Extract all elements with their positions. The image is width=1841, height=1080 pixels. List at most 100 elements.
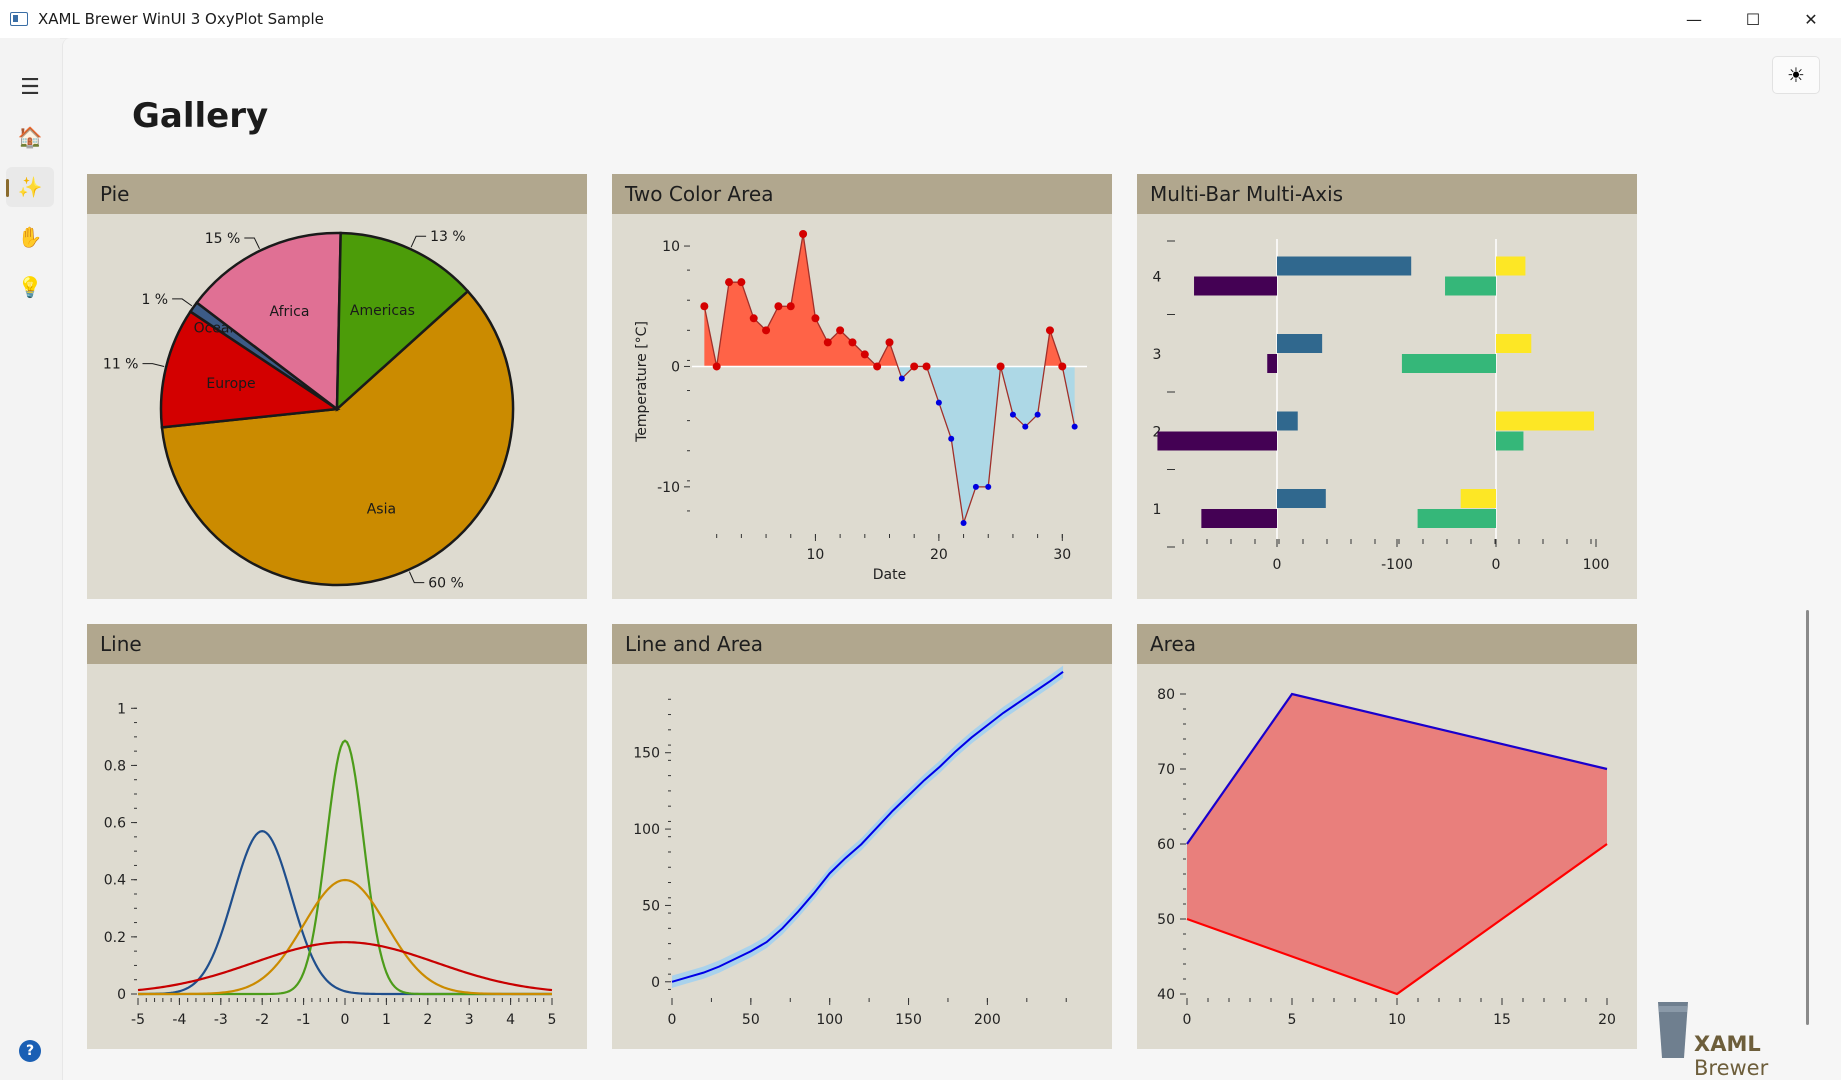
x-tick-label: 0 (1273, 557, 1282, 573)
theme-toggle-button[interactable]: ☀ (1772, 56, 1820, 94)
help-icon[interactable]: ? (19, 1040, 41, 1062)
pie-leader-line (410, 235, 427, 248)
y-tick-label: 0 (651, 975, 660, 991)
bar (1445, 276, 1496, 296)
data-point (898, 375, 905, 382)
pie-percent-label: 13 % (430, 229, 466, 245)
bar (1277, 256, 1412, 276)
card-title: Line and Area (612, 624, 1112, 664)
x-tick-label: 0 (668, 1012, 677, 1028)
bar (1496, 334, 1532, 353)
minimize-button[interactable]: — (1666, 0, 1722, 38)
maximize-button[interactable]: ☐ (1725, 0, 1781, 38)
data-point (1034, 411, 1041, 418)
category-label: 4 (1153, 270, 1162, 286)
data-point (996, 362, 1005, 371)
hamburger-menu-icon[interactable]: ☰ (6, 67, 54, 107)
line-area-card: Line and Area 0 50 100 150 0 50 100 150 200 (612, 624, 1112, 1049)
close-button[interactable]: ✕ (1783, 0, 1839, 38)
area-card: Area 40 50 60 70 80 0 5 10 15 20 (1137, 624, 1637, 1049)
x-tick-label: 0 (1183, 1012, 1192, 1028)
x-tick-label: 5 (1288, 1012, 1297, 1028)
card-title: Multi-Bar Multi-Axis (1137, 174, 1637, 214)
bar (1496, 431, 1524, 451)
two-color-area-chart[interactable]: 10 0 -10 10 20 30 Date Temperature [°C] (612, 214, 1112, 599)
pie-card: Pie Asia 60 % Europe 11 % Oceania 1 % Africa 15… (87, 174, 587, 599)
y-tick-label: 50 (1157, 912, 1175, 928)
x-tick-label: -1 (297, 1012, 311, 1028)
data-point (737, 278, 746, 287)
negative-area (704, 366, 1075, 523)
title-bar: XAML Brewer WinUI 3 OxyPlot Sample — ☐ ✕ (0, 0, 1841, 39)
data-point (960, 519, 967, 526)
area-chart[interactable]: 40 50 60 70 80 0 5 10 15 20 (1137, 664, 1637, 1049)
y-tick-label: 1 (117, 701, 126, 717)
x-tick-label: 100 (816, 1012, 843, 1028)
line-chart[interactable]: 0 0.2 0.4 0.6 0.8 1 -5 -4 -3 -2 -1 0 1 2 3 4 5 (87, 664, 587, 1049)
multi-bar-chart[interactable]: 12340 -100 0 100 (1137, 214, 1637, 599)
x-tick-label: 0 (1492, 557, 1501, 573)
vertical-scrollbar[interactable] (1806, 610, 1809, 1025)
x-tick-label: 200 (974, 1012, 1001, 1028)
value-line (671, 670, 1064, 983)
bar (1194, 276, 1277, 296)
pie-percent-label: 15 % (205, 231, 241, 247)
bar (1460, 489, 1496, 508)
x-tick-label: -100 (1381, 557, 1413, 573)
data-point (873, 362, 882, 371)
pie-leader-line (244, 237, 260, 249)
two-color-area-card: Two Color Area 10 0 -10 10 20 30 Date Temperatu… (612, 174, 1112, 599)
x-tick-label: -2 (255, 1012, 269, 1028)
x-tick-label: 0 (341, 1012, 350, 1028)
pie-leader-line (172, 298, 193, 307)
x-tick-label: 10 (1388, 1012, 1406, 1028)
y-tick-label: 40 (1157, 987, 1175, 1003)
y-axis-label: Temperature [°C] (634, 321, 650, 443)
x-tick-label: 20 (930, 547, 948, 563)
navigation-sidebar: ☰ 🏠 ✨ ✋ 💡 (0, 38, 60, 1080)
y-tick-label: 0 (117, 987, 126, 1003)
card-title: Pie (87, 174, 587, 214)
pie-slice-label: Americas (350, 303, 415, 319)
y-tick-label: 100 (633, 822, 660, 838)
data-point (922, 362, 931, 371)
pie-leader-line (142, 363, 165, 368)
x-tick-label: 20 (1598, 1012, 1616, 1028)
data-point (848, 338, 857, 347)
pie-percent-label: 60 % (428, 576, 464, 592)
y-tick-label: 0.8 (104, 758, 126, 774)
data-point (799, 230, 808, 238)
brand-text: XAML Brewer (1694, 1032, 1769, 1080)
y-tick-label: 0.4 (104, 873, 126, 889)
data-point (1009, 411, 1016, 418)
bar (1201, 509, 1277, 528)
data-point (1071, 423, 1078, 430)
bar (1277, 489, 1326, 508)
x-tick-label: 50 (742, 1012, 760, 1028)
card-title: Area (1137, 624, 1637, 664)
data-point (774, 302, 783, 311)
pie-leader-line (408, 571, 425, 584)
window-title: XAML Brewer WinUI 3 OxyPlot Sample (38, 10, 324, 28)
x-tick-label: 1 (382, 1012, 391, 1028)
positive-area (704, 234, 1075, 367)
pie-chart[interactable]: Asia60 %Europe11 %Oceania1 %Africa15 %Am… (87, 214, 587, 599)
pie-slice-label: Africa (270, 304, 310, 320)
line-area-chart[interactable]: 0 50 100 150 0 50 100 150 200 (612, 664, 1112, 1049)
y-tick-label: 10 (662, 239, 680, 255)
y-tick-label: 60 (1157, 837, 1175, 853)
data-point (749, 314, 758, 323)
sparkle-icon[interactable]: ✨ (6, 167, 54, 207)
data-point (948, 435, 955, 442)
card-title: Line (87, 624, 587, 664)
hand-icon[interactable]: ✋ (6, 217, 54, 257)
lightbulb-icon[interactable]: 💡 (6, 267, 54, 307)
data-point (1058, 362, 1067, 371)
home-icon[interactable]: 🏠 (6, 117, 54, 157)
x-tick-label: -5 (131, 1012, 145, 1028)
data-point (1045, 326, 1054, 335)
bar (1417, 509, 1496, 528)
card-title: Two Color Area (612, 174, 1112, 214)
x-axis-label: Date (873, 567, 906, 583)
page-title: Gallery (132, 96, 269, 136)
